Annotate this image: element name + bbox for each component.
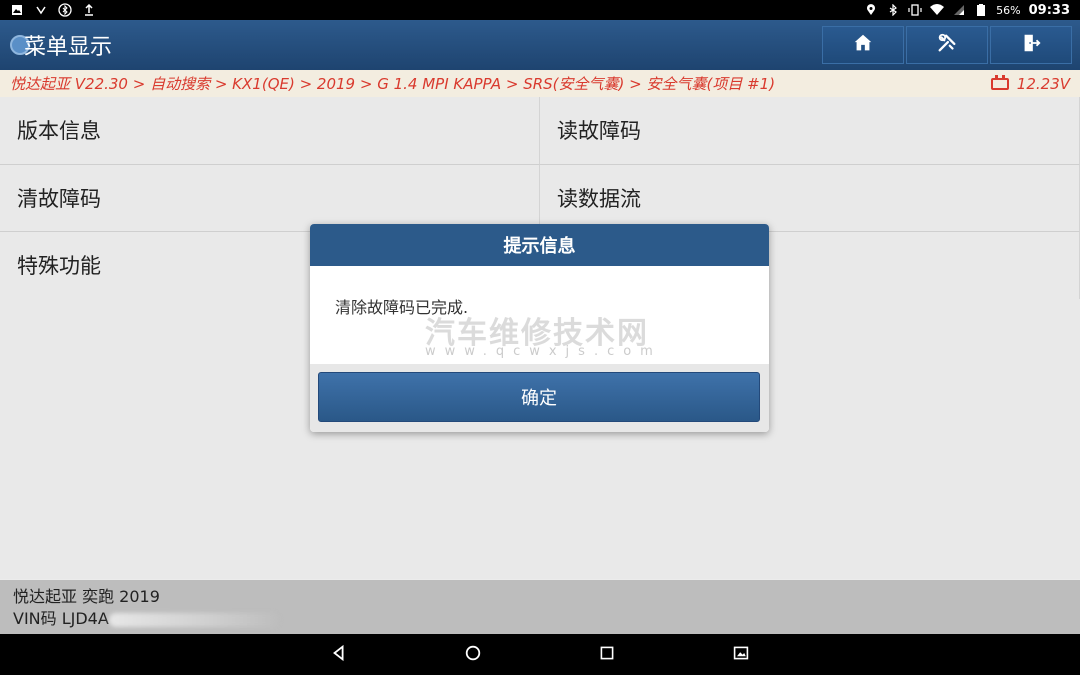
recents-button[interactable] (595, 643, 619, 667)
vehicle-info-panel: 悦达起亚 奕跑 2019 VIN码 LJD4A (0, 580, 1080, 634)
recents-square-icon (599, 645, 615, 665)
vin-row: VIN码 LJD4A (13, 608, 1067, 630)
header-toolbar (820, 26, 1072, 64)
image-notification-icon (10, 3, 24, 17)
app-header: 菜单显示 (0, 20, 1080, 70)
status-bar: 56% 09:33 (0, 0, 1080, 20)
menu-item-clear-codes[interactable]: 清故障码 (0, 164, 540, 232)
home-circle-icon (464, 644, 482, 666)
location-icon (864, 3, 878, 17)
exit-icon (1020, 32, 1042, 58)
bluetooth-icon (886, 3, 900, 17)
battery-percent: 56% (996, 3, 1021, 17)
car-battery-icon (990, 74, 1009, 90)
tools-icon (936, 32, 958, 58)
breadcrumb-path: 悦达起亚 V22.30 > 自动搜索 > KX1(QE) > 2019 > G … (10, 75, 776, 93)
usb-debug-icon (34, 3, 48, 17)
back-button[interactable] (327, 643, 351, 667)
alert-dialog: 提示信息 清除故障码已完成. 汽车维修技术网 www.qcwxjs.com 确定 (310, 224, 769, 432)
vin-label: VIN码 LJD4A (13, 609, 109, 628)
breadcrumb: 悦达起亚 V22.30 > 自动搜索 > KX1(QE) > 2019 > G … (0, 70, 1080, 97)
bluetooth-app-icon (58, 3, 72, 17)
menu-item-version-info[interactable]: 版本信息 (0, 97, 540, 165)
dialog-footer: 确定 (310, 364, 769, 432)
page-title: 菜单显示 (24, 35, 113, 60)
android-nav-bar (0, 634, 1080, 675)
wifi-icon (930, 3, 945, 17)
dialog-body: 清除故障码已完成. 汽车维修技术网 www.qcwxjs.com (310, 266, 769, 364)
menu-item-live-data[interactable]: 读数据流 (540, 164, 1080, 232)
watermark-url: www.qcwxjs.com (425, 344, 662, 359)
vehicle-model: 悦达起亚 奕跑 2019 (13, 587, 160, 606)
vin-redaction (108, 612, 279, 627)
screenshot-button[interactable] (729, 643, 753, 667)
signal-icon (952, 3, 966, 17)
voltage-value: 12.23V (1016, 74, 1070, 93)
battery-icon (974, 3, 988, 17)
back-triangle-icon (330, 644, 348, 666)
menu-item-read-codes[interactable]: 读故障码 (540, 97, 1080, 165)
screenshot-icon (733, 645, 749, 665)
voltage-indicator: 12.23V (990, 74, 1070, 93)
clock: 09:33 (1028, 2, 1070, 18)
exit-button[interactable] (990, 26, 1072, 64)
home-icon (852, 32, 874, 58)
tools-button[interactable] (906, 26, 988, 64)
vibrate-icon (908, 3, 922, 17)
upload-icon (82, 3, 96, 17)
home-button[interactable] (822, 26, 904, 64)
home-nav-button[interactable] (461, 643, 485, 667)
dialog-title: 提示信息 (310, 224, 769, 266)
ok-button[interactable]: 确定 (318, 372, 760, 422)
